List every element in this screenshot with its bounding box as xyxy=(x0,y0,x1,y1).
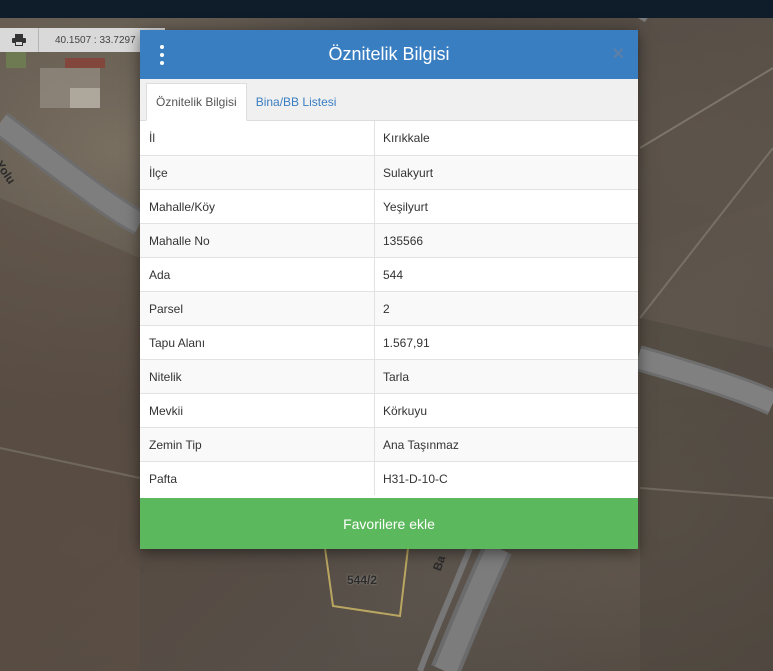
table-row: Pafta H31-D-10-C xyxy=(140,461,638,495)
table-row: Mevkii Körkuyu xyxy=(140,393,638,427)
table-row: Tapu Alanı 1.567,91 xyxy=(140,325,638,359)
row-label: İl xyxy=(140,121,375,155)
print-icon xyxy=(12,34,26,46)
row-label: Ada xyxy=(140,258,375,291)
table-row: Parsel 2 xyxy=(140,291,638,325)
row-label: Tapu Alanı xyxy=(140,326,375,359)
table-row: Zemin Tip Ana Taşınmaz xyxy=(140,427,638,461)
row-value: Sulakyurt xyxy=(383,165,434,180)
tab-building-list[interactable]: Bina/BB Listesi xyxy=(247,83,346,120)
attribute-info-dialog: Öznitelik Bilgisi × Öznitelik Bilgisi Bi… xyxy=(140,30,638,549)
row-label: Nitelik xyxy=(140,360,375,393)
row-value: 2 xyxy=(383,301,390,316)
print-button[interactable] xyxy=(0,28,39,52)
row-label: Mahalle No xyxy=(140,224,375,257)
dialog-title: Öznitelik Bilgisi xyxy=(328,44,450,64)
row-value: H31-D-10-C xyxy=(383,471,448,486)
row-value: 1.567,91 xyxy=(383,335,430,350)
row-value: Ana Taşınmaz xyxy=(383,437,459,452)
row-label: Zemin Tip xyxy=(140,428,375,461)
row-label: Parsel xyxy=(140,292,375,325)
row-label: İlçe xyxy=(140,156,375,189)
row-value: 135566 xyxy=(383,233,424,248)
table-row: Ada 544 xyxy=(140,257,638,291)
row-value: Yeşilyurt xyxy=(383,199,428,214)
attribute-table: İl Kırıkkale İlçe Sulakyurt Mahalle/Köy … xyxy=(140,121,638,495)
dialog-header: Öznitelik Bilgisi × xyxy=(140,30,638,79)
row-value: Kırıkkale xyxy=(383,131,430,145)
tab-attribute-info[interactable]: Öznitelik Bilgisi xyxy=(146,83,247,121)
kebab-menu-icon[interactable] xyxy=(158,45,166,65)
top-bar xyxy=(0,0,773,18)
table-row: İlçe Sulakyurt xyxy=(140,155,638,189)
row-label: Pafta xyxy=(140,462,375,495)
table-row: Mahalle/Köy Yeşilyurt xyxy=(140,189,638,223)
parcel-label: 544/2 xyxy=(347,573,378,587)
table-row: Mahalle No 135566 xyxy=(140,223,638,257)
dialog-tabs: Öznitelik Bilgisi Bina/BB Listesi xyxy=(140,79,638,121)
row-label: Mevkii xyxy=(140,394,375,427)
row-label: Mahalle/Köy xyxy=(140,190,375,223)
table-row: Nitelik Tarla xyxy=(140,359,638,393)
close-icon[interactable]: × xyxy=(612,44,624,64)
table-row: İl Kırıkkale xyxy=(140,121,638,155)
row-value: Tarla xyxy=(383,369,410,384)
add-to-favorites-button[interactable]: Favorilere ekle xyxy=(140,498,638,549)
row-value: 544 xyxy=(383,267,404,282)
row-value: Körkuyu xyxy=(383,403,428,418)
